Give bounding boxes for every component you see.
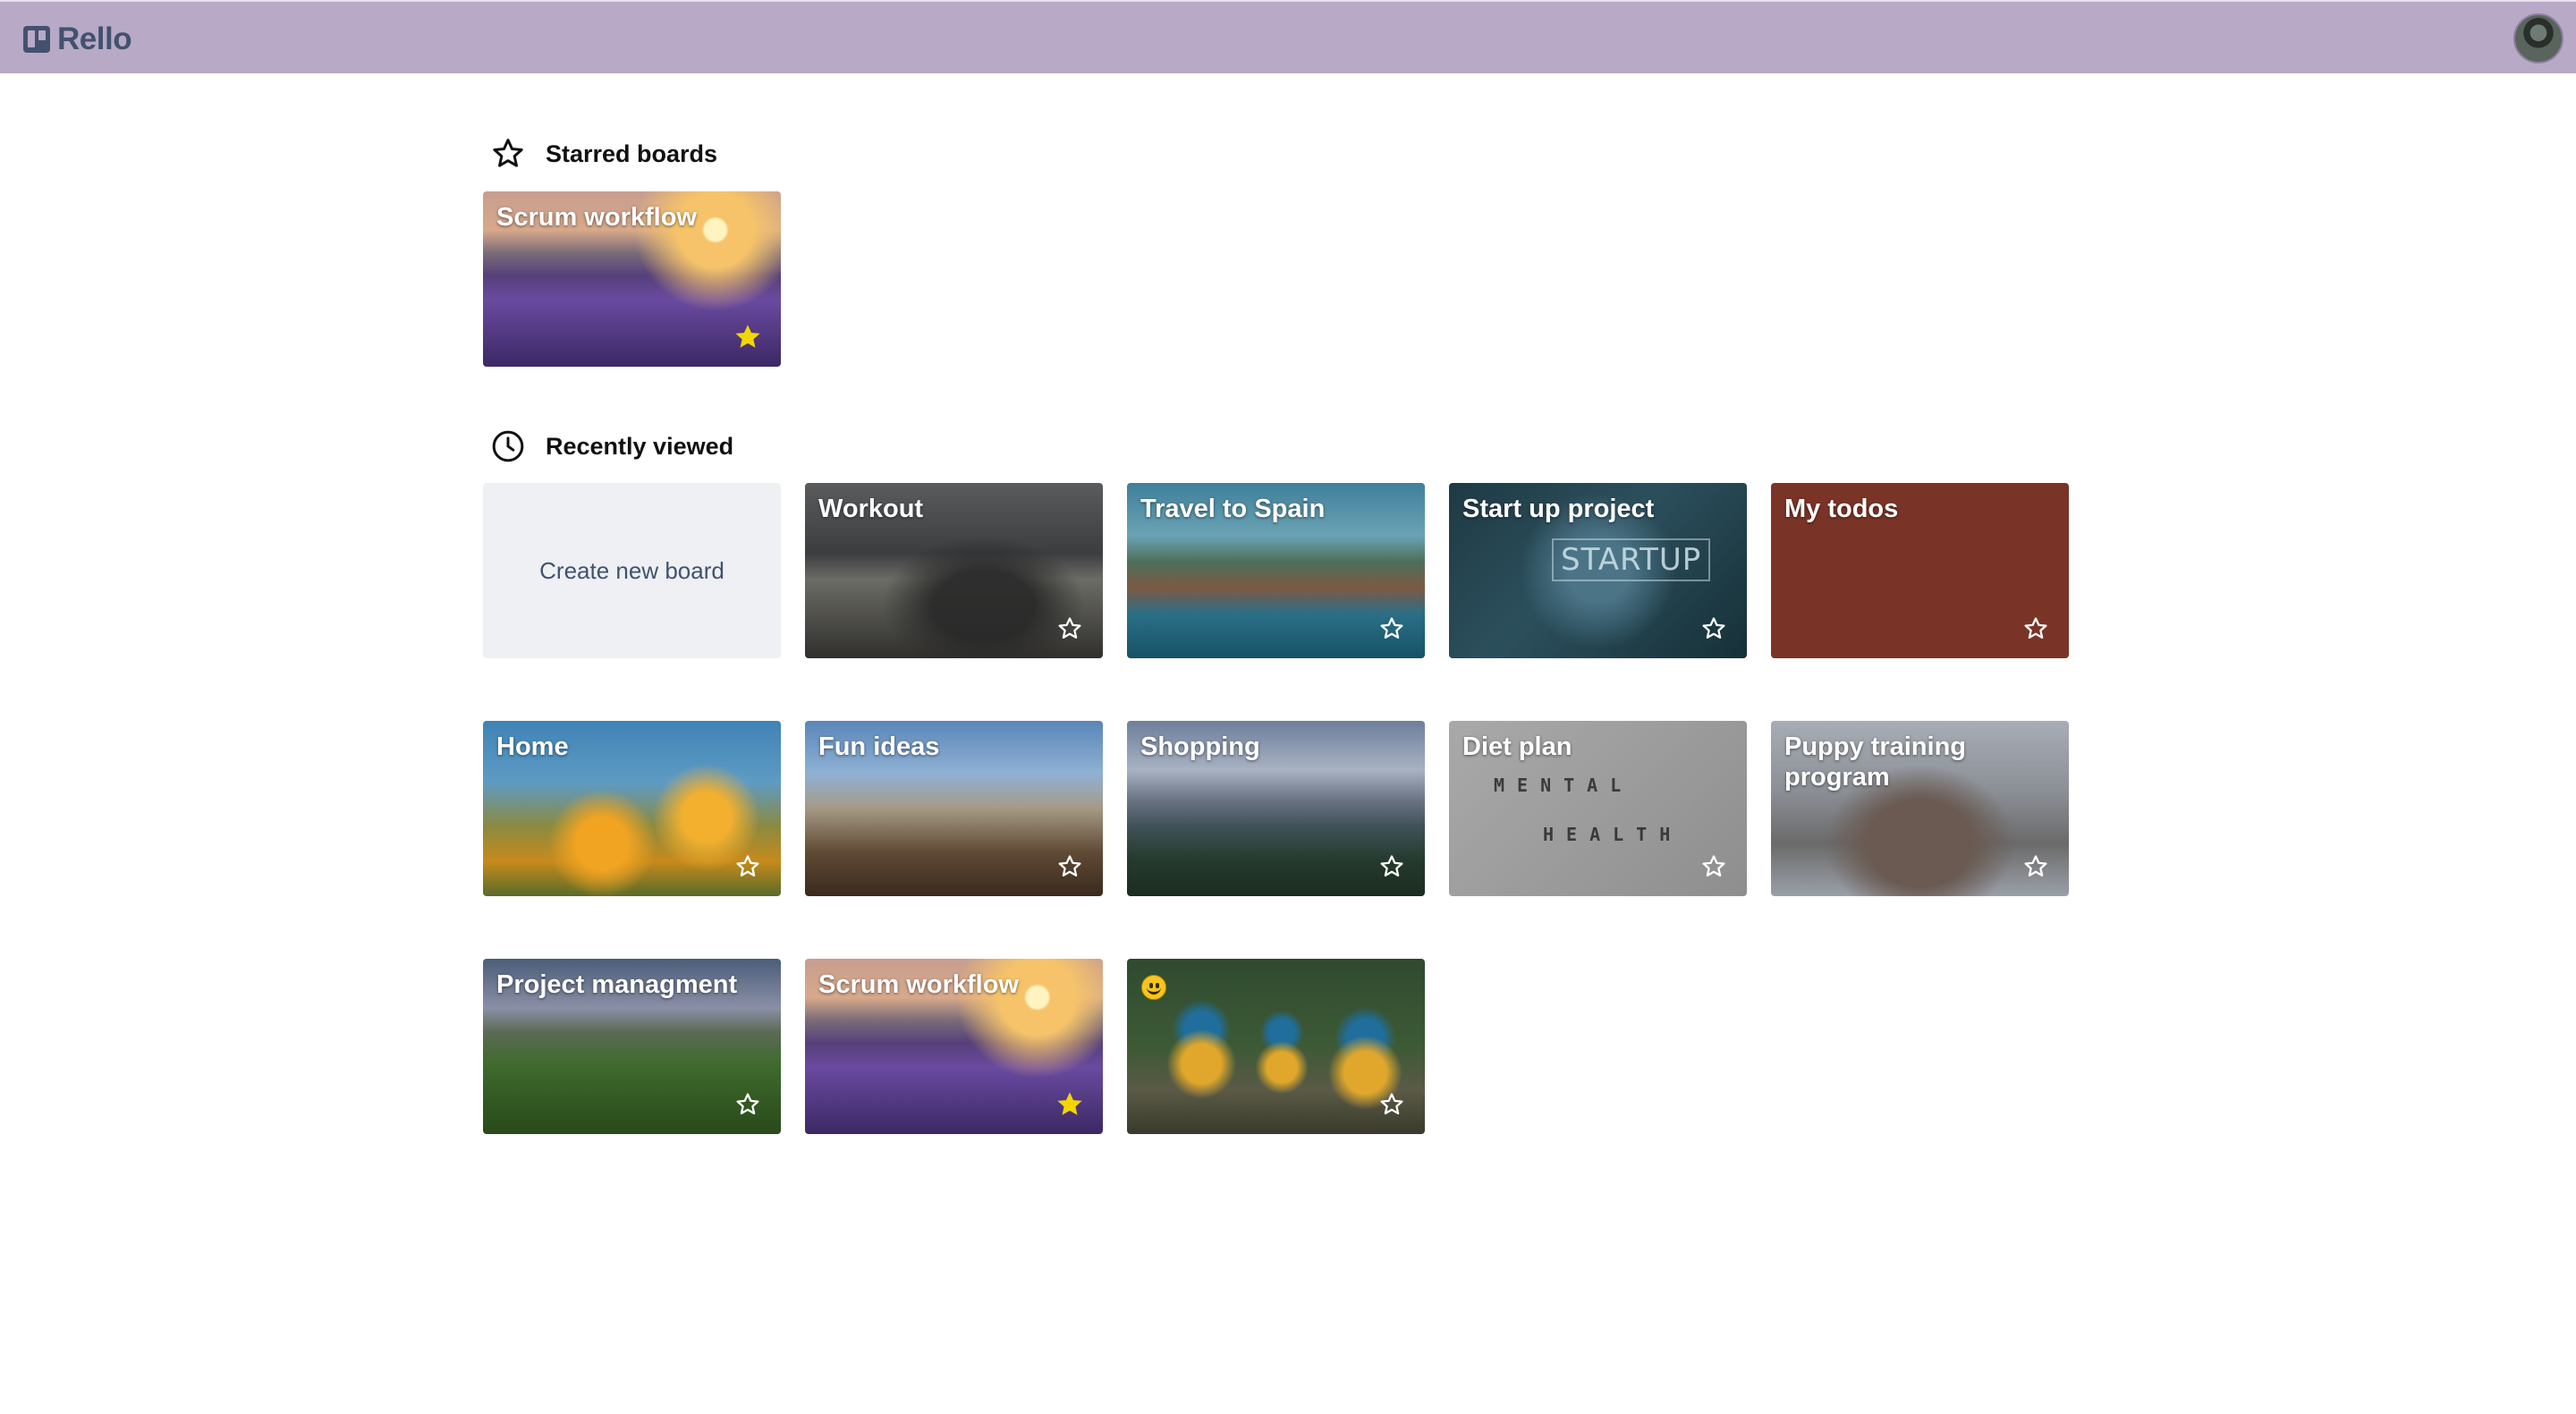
board-title: Travel to Spain <box>1140 495 1326 523</box>
startup-image-text: STARTUP <box>1552 538 1711 581</box>
star-outline-icon[interactable] <box>734 853 761 880</box>
board-card-start-up-project[interactable]: STARTUP Start up project <box>1449 483 1747 658</box>
star-filled-icon[interactable] <box>734 324 761 351</box>
board-card-project-managment[interactable]: Project managment <box>483 959 781 1134</box>
board-title: Start up project <box>1462 495 1655 523</box>
star-outline-icon[interactable] <box>2022 853 2049 880</box>
star-outline-icon[interactable] <box>1378 1091 1405 1118</box>
mental-image-text: MENTAL <box>1494 775 1634 796</box>
app-logo[interactable]: Rello <box>23 21 132 57</box>
board-logo-icon <box>23 26 50 53</box>
board-title: Project managment <box>496 970 738 999</box>
board-title: Fun ideas <box>818 732 940 761</box>
board-card-puppy-training-program[interactable]: Puppy training program <box>1771 721 2069 896</box>
board-card-fun-ideas[interactable]: Fun ideas <box>805 721 1103 896</box>
board-title: Shopping <box>1140 732 1260 761</box>
create-board-label: Create new board <box>539 556 724 584</box>
board-title: Scrum workflow <box>496 203 697 232</box>
star-outline-icon[interactable] <box>2022 615 2049 642</box>
star-filled-icon[interactable] <box>1056 1091 1083 1118</box>
board-card-scrum-workflow[interactable]: Scrum workflow <box>805 959 1103 1134</box>
board-title: Diet plan <box>1462 732 1572 761</box>
star-outline-icon <box>493 139 523 167</box>
top-bar: Rello <box>0 0 2576 73</box>
board-title: Workout <box>818 495 924 523</box>
board-title: My todos <box>1784 495 1899 523</box>
board-title: Puppy training program <box>1784 732 1966 792</box>
avatar[interactable] <box>2513 13 2563 64</box>
star-outline-icon[interactable] <box>1378 853 1405 880</box>
recently-viewed-header: Recently viewed <box>490 428 733 464</box>
section-title: Starred boards <box>546 140 718 167</box>
board-card-diet-plan[interactable]: MENTAL HEALTH Diet plan <box>1449 721 1747 896</box>
health-image-text: HEALTH <box>1543 824 1683 845</box>
app-name: Rello <box>57 21 132 56</box>
board-title: Scrum workflow <box>818 970 1019 999</box>
star-outline-icon[interactable] <box>1378 615 1405 642</box>
star-outline-icon[interactable] <box>1700 853 1727 880</box>
create-new-board-button[interactable]: Create new board <box>483 483 781 658</box>
star-outline-icon[interactable] <box>1056 853 1083 880</box>
board-card-home[interactable]: Home <box>483 721 781 896</box>
board-card-travel-to-spain[interactable]: Travel to Spain <box>1127 483 1425 658</box>
board-card-scrum-workflow-starred[interactable]: Scrum workflow <box>483 191 781 367</box>
star-outline-icon[interactable] <box>1700 615 1727 642</box>
board-card-workout[interactable]: Workout <box>805 483 1103 658</box>
section-title: Recently viewed <box>546 432 734 460</box>
board-card-emoji[interactable] <box>1127 959 1425 1134</box>
clock-icon <box>492 430 524 462</box>
star-outline-icon[interactable] <box>1056 615 1083 642</box>
starred-boards-header: Starred boards <box>490 136 717 172</box>
board-title: Home <box>496 732 569 761</box>
star-outline-icon[interactable] <box>734 1091 761 1118</box>
board-card-my-todos[interactable]: My todos <box>1771 483 2069 658</box>
board-card-shopping[interactable]: Shopping <box>1127 721 1425 896</box>
